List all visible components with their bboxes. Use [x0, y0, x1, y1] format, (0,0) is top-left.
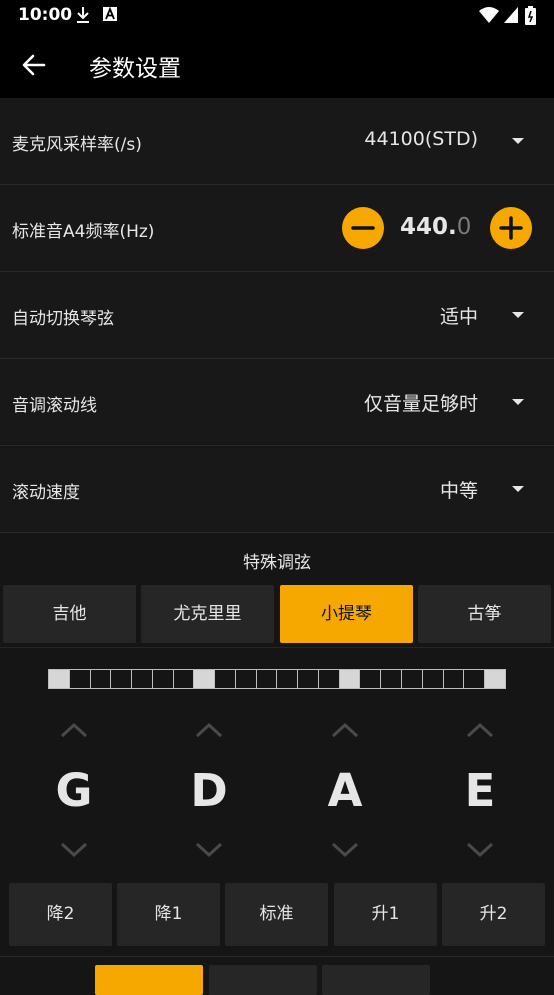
string-column-3: A [315, 720, 375, 865]
string-column-1: G [44, 720, 104, 865]
tab-guzheng[interactable]: 古筝 [418, 585, 551, 643]
plus-icon [499, 216, 523, 240]
special-tuning-title: 特殊调弦 [243, 553, 311, 573]
string-column-2: D [179, 720, 239, 865]
bottom-tab-1[interactable] [95, 965, 203, 995]
pitch-line-dropdown[interactable]: 仅音量足够时 [364, 389, 478, 416]
caret-down-icon[interactable] [512, 138, 524, 144]
app-bar: 参数设置 [0, 30, 554, 98]
setting-row-a4: 标准音A4频率(Hz) 440.0 [0, 185, 554, 272]
setting-row-scroll-speed[interactable]: 滚动速度 中等 [0, 446, 554, 533]
status-time: 10:00 [18, 5, 73, 25]
shift-up-2-button[interactable]: 升2 [442, 883, 545, 946]
a4-increase-button[interactable] [490, 207, 532, 249]
chevron-down-icon[interactable] [59, 840, 89, 860]
setting-row-mic-rate[interactable]: 麦克风采样率(/s) 44100(STD) [0, 98, 554, 185]
caret-down-icon[interactable] [512, 312, 524, 318]
instrument-tabs: 吉他 尤克里里 小提琴 古筝 [0, 585, 554, 645]
standard-button[interactable]: 标准 [225, 883, 328, 946]
string-note: A [327, 764, 363, 817]
minus-icon [351, 226, 375, 230]
string-note: D [190, 764, 228, 817]
chevron-up-icon[interactable] [59, 720, 89, 740]
string-column-4: E [450, 720, 510, 865]
chevron-up-icon[interactable] [330, 720, 360, 740]
caret-down-icon[interactable] [512, 486, 524, 492]
a4-decrease-button[interactable] [342, 207, 384, 249]
shift-up-1-button[interactable]: 升1 [334, 883, 437, 946]
setting-label: 自动切换琴弦 [12, 309, 114, 329]
chevron-down-icon[interactable] [330, 840, 360, 860]
shift-down-2-button[interactable]: 降2 [9, 883, 112, 946]
divider [0, 956, 554, 957]
chevron-down-icon[interactable] [194, 840, 224, 860]
a4-frequency-value: 440.0 [400, 214, 471, 240]
download-icon [77, 7, 89, 23]
string-note: E [464, 764, 496, 817]
divider [0, 647, 554, 648]
status-bar: 10:00 [0, 0, 554, 30]
chevron-up-icon[interactable] [194, 720, 224, 740]
back-arrow-icon[interactable] [18, 49, 50, 81]
caret-down-icon[interactable] [512, 399, 524, 405]
auto-switch-dropdown[interactable]: 适中 [440, 302, 478, 329]
a4-frac: 0 [456, 214, 472, 240]
string-note: G [55, 764, 93, 817]
tab-violin[interactable]: 小提琴 [280, 585, 413, 643]
setting-label: 滚动速度 [12, 483, 80, 503]
signal-icon [504, 7, 518, 23]
bottom-tab-2[interactable] [209, 965, 317, 995]
scroll-speed-dropdown[interactable]: 中等 [440, 476, 478, 503]
tab-guitar[interactable]: 吉他 [3, 585, 136, 643]
tab-ukulele[interactable]: 尤克里里 [141, 585, 274, 643]
setting-row-pitch-line[interactable]: 音调滚动线 仅音量足够时 [0, 359, 554, 446]
shift-down-1-button[interactable]: 降1 [117, 883, 220, 946]
mic-rate-dropdown[interactable]: 44100(STD) [364, 128, 478, 150]
setting-row-auto-switch[interactable]: 自动切换琴弦 适中 [0, 272, 554, 359]
a4-int: 440. [400, 214, 457, 240]
bottom-tab-3[interactable] [322, 965, 430, 995]
wifi-icon [479, 7, 499, 23]
string-position-indicator [48, 669, 506, 689]
setting-label: 音调滚动线 [12, 396, 97, 416]
battery-icon [525, 6, 536, 25]
chevron-down-icon[interactable] [465, 840, 495, 860]
text-a-icon [103, 6, 117, 21]
setting-label: 标准音A4频率(Hz) [12, 222, 155, 242]
chevron-up-icon[interactable] [465, 720, 495, 740]
setting-label: 麦克风采样率(/s) [12, 135, 142, 155]
page-title: 参数设置 [89, 56, 181, 82]
